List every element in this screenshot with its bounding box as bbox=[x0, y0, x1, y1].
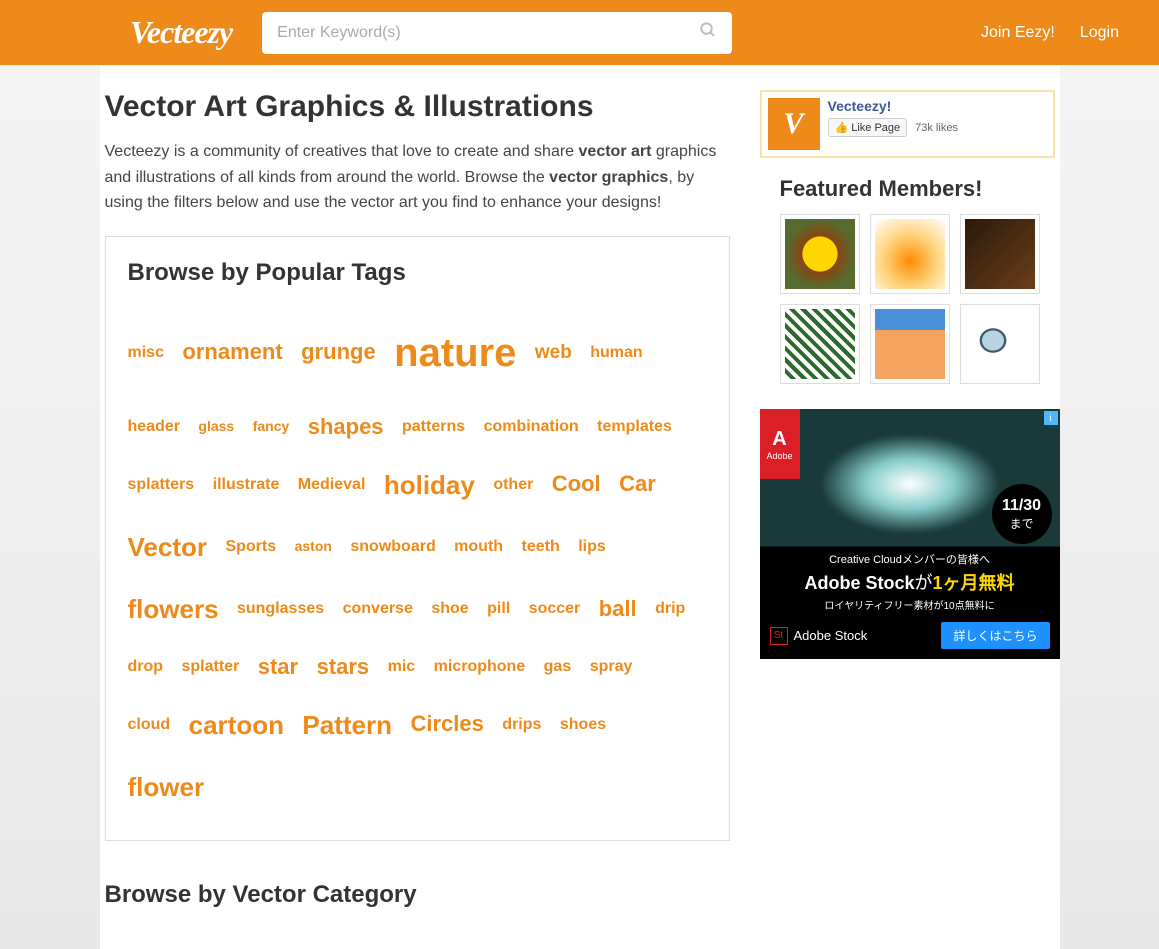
tag-link[interactable]: other bbox=[493, 466, 533, 504]
join-link[interactable]: Join Eezy! bbox=[981, 24, 1055, 42]
tag-link[interactable]: drips bbox=[502, 706, 541, 744]
tag-link[interactable]: Cool bbox=[552, 458, 601, 511]
tag-link[interactable]: splatter bbox=[182, 648, 240, 686]
tag-link[interactable]: star bbox=[258, 641, 298, 694]
tag-link[interactable]: Car bbox=[619, 458, 656, 511]
tag-link[interactable]: Medieval bbox=[298, 466, 366, 504]
ad-graphic bbox=[820, 434, 1000, 534]
sidebar: V Vecteezy! 👍 Like Page 73k likes Featur… bbox=[760, 90, 1060, 909]
member-avatar[interactable] bbox=[780, 304, 860, 384]
tag-link[interactable]: snowboard bbox=[350, 528, 435, 566]
tag-link[interactable]: mic bbox=[388, 648, 416, 686]
member-avatar[interactable] bbox=[870, 304, 950, 384]
tag-link[interactable]: misc bbox=[128, 334, 164, 372]
category-title: Browse by Vector Category bbox=[105, 881, 730, 909]
ad-date-badge: 11/30まで bbox=[992, 484, 1052, 544]
tag-link[interactable]: human bbox=[590, 334, 642, 372]
tag-link[interactable]: web bbox=[535, 330, 572, 376]
tag-link[interactable]: templates bbox=[597, 408, 672, 446]
tag-link[interactable]: illustrate bbox=[213, 466, 280, 504]
tags-box: Browse by Popular Tags misc ornament gru… bbox=[105, 236, 730, 842]
ad-cta-button[interactable]: 詳しくはこちら bbox=[941, 622, 1049, 649]
tag-link[interactable]: shoes bbox=[560, 706, 606, 744]
tag-link[interactable]: glass bbox=[198, 410, 234, 444]
tag-link[interactable]: Circles bbox=[410, 698, 483, 751]
ad-line2: Adobe Stockが1ヶ月無料 bbox=[770, 569, 1050, 595]
logo[interactable]: Vecteezy bbox=[130, 14, 232, 51]
tags-title: Browse by Popular Tags bbox=[128, 259, 707, 287]
tag-link[interactable]: Vector bbox=[128, 516, 208, 578]
ad-line1: Creative Cloudメンバーの皆様へ bbox=[770, 551, 1050, 567]
intro-text: Vecteezy is a community of creatives tha… bbox=[105, 139, 730, 216]
container: Vector Art Graphics & Illustrations Vect… bbox=[100, 65, 1060, 949]
tag-link[interactable]: stars bbox=[317, 641, 370, 694]
ad-banner[interactable]: i AAdobe 11/30まで Creative Cloudメンバーの皆様へ … bbox=[760, 409, 1060, 659]
header-right: Join Eezy! Login bbox=[981, 24, 1119, 42]
member-avatar[interactable] bbox=[870, 214, 950, 294]
tag-link[interactable]: shoe bbox=[431, 590, 468, 628]
thumb-icon: 👍 bbox=[835, 121, 849, 134]
tag-link[interactable]: cartoon bbox=[189, 694, 284, 756]
tag-link[interactable]: sunglasses bbox=[237, 590, 324, 628]
tag-link[interactable]: converse bbox=[343, 590, 413, 628]
tag-link[interactable]: gas bbox=[544, 648, 572, 686]
tag-link[interactable]: holiday bbox=[384, 454, 475, 516]
tag-link[interactable]: combination bbox=[484, 408, 579, 446]
tag-link[interactable]: shapes bbox=[308, 401, 384, 454]
tag-link[interactable]: flowers bbox=[128, 578, 219, 640]
member-avatar[interactable] bbox=[960, 214, 1040, 294]
tag-link[interactable]: microphone bbox=[434, 648, 526, 686]
tag-link[interactable]: grunge bbox=[301, 326, 376, 379]
facebook-likes-count: 73k likes bbox=[915, 122, 958, 134]
tag-link[interactable]: drip bbox=[655, 590, 685, 628]
tag-link[interactable]: nature bbox=[394, 305, 516, 401]
tag-link[interactable]: pill bbox=[487, 590, 510, 628]
tag-link[interactable]: header bbox=[128, 408, 180, 446]
members-grid bbox=[760, 214, 1055, 384]
tag-link[interactable]: fancy bbox=[253, 410, 290, 444]
adobe-tab: AAdobe bbox=[760, 409, 800, 479]
ad-info-icon[interactable]: i bbox=[1044, 411, 1058, 425]
ad-line3: ロイヤリティフリー素材が10点無料に bbox=[770, 597, 1050, 612]
tag-link[interactable]: ornament bbox=[182, 326, 282, 379]
member-avatar[interactable] bbox=[960, 304, 1040, 384]
facebook-page-name[interactable]: Vecteezy! bbox=[828, 98, 1047, 114]
tag-link[interactable]: cloud bbox=[128, 706, 171, 744]
tag-link[interactable]: drop bbox=[128, 648, 164, 686]
search-field-wrap bbox=[262, 12, 732, 54]
stock-icon: St bbox=[770, 627, 788, 645]
search-icon[interactable] bbox=[699, 21, 717, 44]
tag-link[interactable]: mouth bbox=[454, 528, 503, 566]
featured-title: Featured Members! bbox=[760, 176, 1055, 202]
member-avatar[interactable] bbox=[780, 214, 860, 294]
search-input[interactable] bbox=[277, 24, 699, 42]
tag-link[interactable]: teeth bbox=[522, 528, 560, 566]
tag-link[interactable]: Sports bbox=[225, 528, 276, 566]
tag-link[interactable]: flower bbox=[128, 756, 205, 818]
facebook-avatar: V bbox=[768, 98, 820, 150]
ad-stock-label: StAdobe Stock bbox=[770, 627, 868, 645]
tag-link[interactable]: aston bbox=[295, 530, 332, 564]
main-content: Vector Art Graphics & Illustrations Vect… bbox=[100, 90, 730, 909]
tag-link[interactable]: splatters bbox=[128, 466, 195, 504]
tag-link[interactable]: lips bbox=[578, 528, 606, 566]
facebook-like-button[interactable]: 👍 Like Page bbox=[828, 118, 908, 137]
header: Vecteezy Join Eezy! Login bbox=[0, 0, 1159, 65]
tags-wrap: misc ornament grunge nature web human he… bbox=[128, 305, 707, 819]
tag-link[interactable]: spray bbox=[590, 648, 633, 686]
tag-link[interactable]: patterns bbox=[402, 408, 465, 446]
login-link[interactable]: Login bbox=[1080, 24, 1119, 42]
page-title: Vector Art Graphics & Illustrations bbox=[105, 90, 730, 124]
tag-link[interactable]: Pattern bbox=[302, 694, 392, 756]
tag-link[interactable]: ball bbox=[599, 583, 637, 636]
facebook-widget: V Vecteezy! 👍 Like Page 73k likes bbox=[760, 90, 1055, 158]
tag-link[interactable]: soccer bbox=[529, 590, 581, 628]
